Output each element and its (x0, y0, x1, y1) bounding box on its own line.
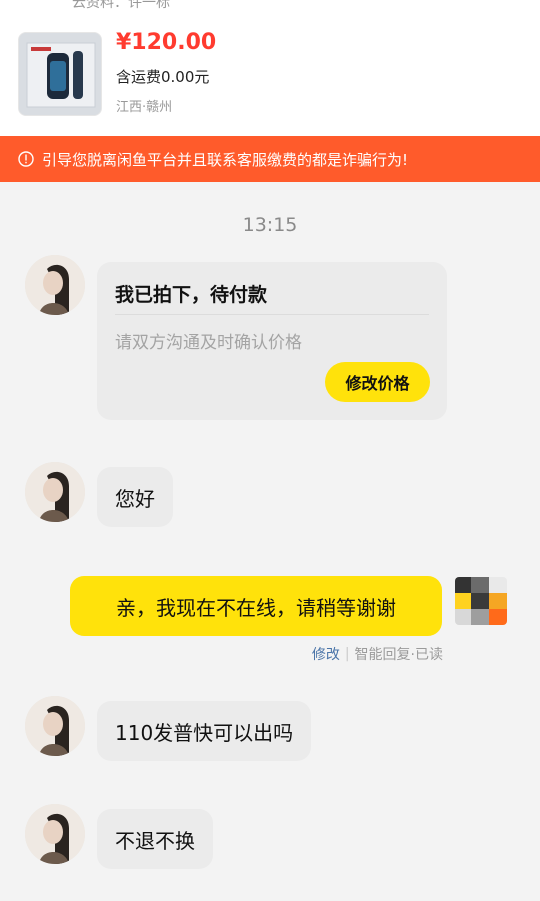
my-avatar[interactable] (455, 577, 507, 625)
chat-page: 云资料：许一标 ¥120.00 含运费0.00元 江西·赣州 引导您脱离闲鱼平台… (0, 0, 540, 901)
top-cut-text: 云资料：许一标 (72, 0, 170, 11)
edit-reply-link[interactable]: 修改 (312, 644, 340, 664)
message-bubble-seller[interactable]: 您好 (97, 467, 173, 527)
avatar-portrait-icon (25, 462, 85, 522)
watch-product-image (19, 33, 101, 115)
seller-avatar[interactable] (25, 462, 85, 522)
fraud-warning-bar: 引导您脱离闲鱼平台并且联系客服缴费的都是诈骗行为! (0, 136, 540, 182)
product-card[interactable]: 云资料：许一标 ¥120.00 含运费0.00元 江西·赣州 (0, 0, 540, 136)
message-bubble-seller[interactable]: 110发普快可以出吗 (97, 701, 312, 761)
auto-reply-read-label: 智能回复·已读 (354, 647, 443, 663)
shipping-fee: 含运费0.00元 (116, 68, 210, 86)
message-bubble-me[interactable]: 亲，我现在不在线，请稍等谢谢 (70, 576, 442, 636)
order-status-subtitle: 请双方沟通及时确认价格 (115, 333, 302, 353)
chat-timestamp: 13:15 (242, 214, 298, 236)
seller-avatar[interactable] (25, 804, 85, 864)
order-status-title: 我已拍下，待付款 (115, 284, 268, 306)
fraud-warning-text: 引导您脱离闲鱼平台并且联系客服缴费的都是诈骗行为! (42, 150, 409, 169)
order-status-card: 我已拍下，待付款 请双方沟通及时确认价格 修改价格 (97, 262, 447, 420)
order-card-divider (115, 314, 429, 315)
seller-avatar[interactable] (25, 696, 85, 756)
product-thumbnail[interactable] (18, 32, 102, 116)
status-divider: | (344, 646, 350, 662)
modify-price-button[interactable]: 修改价格 (325, 362, 430, 402)
product-location: 江西·赣州 (116, 100, 173, 115)
avatar-portrait-icon (25, 255, 85, 315)
info-circle-icon (18, 151, 34, 167)
avatar-portrait-icon (25, 804, 85, 864)
seller-avatar[interactable] (25, 255, 85, 315)
avatar-portrait-icon (25, 696, 85, 756)
message-status-line: 修改 | 智能回复·已读 (312, 644, 443, 664)
product-price: ¥120.00 (116, 30, 217, 55)
message-bubble-seller[interactable]: 不退不换 (97, 809, 213, 869)
pixelated-avatar-icon (455, 577, 507, 625)
